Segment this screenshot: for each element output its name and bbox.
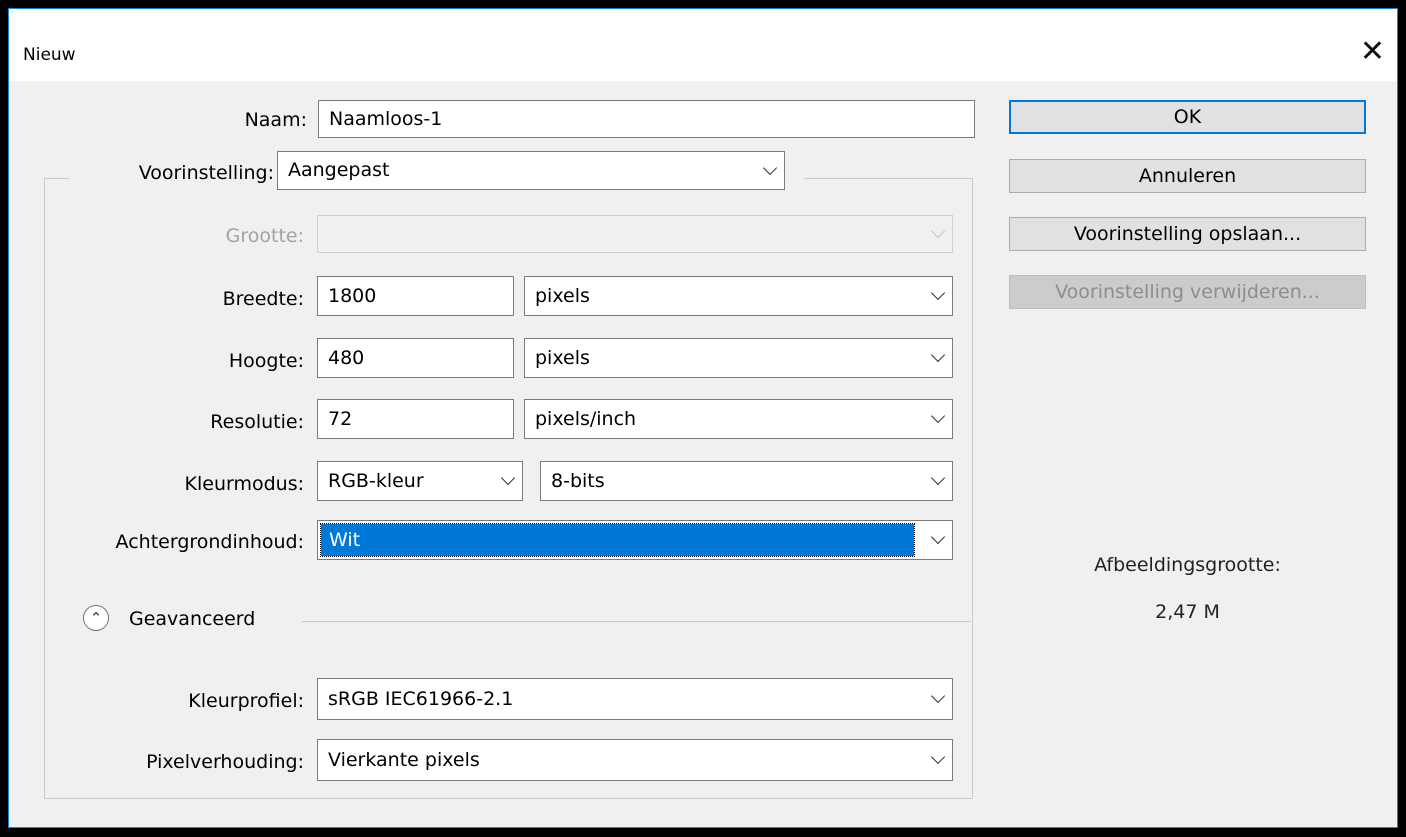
chevron-down-icon — [930, 688, 946, 704]
chevron-down-icon — [930, 285, 946, 301]
delete-preset-button[interactable]: Voorinstelling verwijderen... — [1009, 275, 1366, 309]
achtergrond-label: Achtergrondinhoud: — [115, 531, 304, 553]
kleurprofiel-value: sRGB IEC61966-2.1 — [328, 688, 514, 710]
pixelverhouding-value: Vierkante pixels — [328, 749, 480, 771]
chevron-down-icon — [500, 470, 516, 486]
voorinstelling-label: Voorinstelling: — [138, 162, 274, 184]
dialog-title: Nieuw — [23, 45, 76, 65]
breedte-unit-select[interactable]: pixels — [524, 276, 953, 316]
resolutie-unit: pixels/inch — [535, 408, 637, 430]
breedte-unit: pixels — [535, 285, 590, 307]
naam-input[interactable]: Naamloos-1 — [318, 100, 975, 138]
resolutie-value: 72 — [328, 408, 353, 430]
kleurprofiel-label: Kleurprofiel: — [188, 690, 304, 712]
naam-label: Naam: — [244, 109, 307, 131]
cancel-button[interactable]: Annuleren — [1009, 159, 1366, 193]
hoogte-unit: pixels — [535, 347, 590, 369]
pixelverhouding-label: Pixelverhouding: — [146, 751, 304, 773]
chevron-down-icon — [762, 160, 778, 175]
chevron-down-icon — [930, 529, 946, 545]
kleurmodus-label: Kleurmodus: — [184, 473, 304, 495]
new-document-dialog: Nieuw ✕ Naam: Naamloos-1 Voorinstelling:… — [8, 8, 1398, 828]
chevron-down-icon — [930, 347, 946, 363]
bitdepth-value: 8-bits — [551, 470, 605, 492]
hoogte-label: Hoogte: — [228, 350, 304, 372]
save-preset-button[interactable]: Voorinstelling opslaan... — [1009, 217, 1366, 251]
hoogte-unit-select[interactable]: pixels — [524, 338, 953, 378]
close-icon[interactable]: ✕ — [1360, 37, 1385, 67]
resolutie-unit-select[interactable]: pixels/inch — [524, 399, 953, 439]
ok-button[interactable]: OK — [1009, 100, 1366, 134]
kleurmodus-value: RGB-kleur — [328, 470, 424, 492]
kleurmodus-select[interactable]: RGB-kleur — [317, 461, 523, 501]
grootte-select[interactable] — [317, 215, 953, 253]
breedte-value: 1800 — [328, 285, 377, 307]
achtergrond-select[interactable]: Wit — [317, 520, 953, 560]
chevron-down-icon — [930, 470, 946, 486]
achtergrond-selected-value: Wit — [320, 523, 915, 557]
advanced-label[interactable]: Geavanceerd — [129, 608, 255, 630]
chevron-down-icon — [930, 223, 946, 239]
chevron-down-icon — [930, 408, 946, 424]
title-bar: Nieuw ✕ — [9, 9, 1397, 81]
breedte-input[interactable]: 1800 — [317, 276, 514, 316]
bitdepth-select[interactable]: 8-bits — [540, 461, 953, 501]
hoogte-input[interactable]: 480 — [317, 338, 514, 378]
voorinstelling-select[interactable]: Aangepast — [277, 151, 785, 190]
collapse-up-icon[interactable]: ⌃ — [83, 605, 109, 631]
resolutie-input[interactable]: 72 — [317, 399, 514, 439]
kleurprofiel-select[interactable]: sRGB IEC61966-2.1 — [317, 678, 953, 720]
resolutie-label: Resolutie: — [210, 411, 304, 433]
voorinstelling-value: Aangepast — [288, 159, 390, 181]
pixelverhouding-select[interactable]: Vierkante pixels — [317, 739, 953, 781]
chevron-down-icon — [930, 749, 946, 765]
advanced-divider — [302, 621, 971, 622]
hoogte-value: 480 — [328, 347, 365, 369]
image-size-label: Afbeeldingsgrootte: — [1094, 554, 1281, 576]
breedte-label: Breedte: — [222, 288, 304, 310]
image-size-value: 2,47 M — [1155, 601, 1220, 623]
naam-value: Naamloos-1 — [329, 108, 443, 130]
grootte-label: Grootte: — [225, 225, 304, 247]
